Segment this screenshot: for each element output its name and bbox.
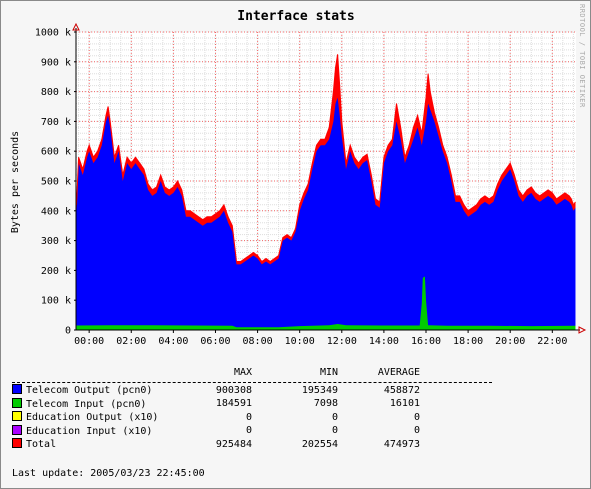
legend-max: 0 [245,411,252,423]
y-tick-label: 400 k [41,206,71,217]
header-average: AVERAGE [377,367,420,379]
x-tick-label: 18:00 [453,336,483,347]
x-tick-label: 16:00 [411,336,441,347]
legend-swatch [12,397,22,408]
chart-svg: Interface stats Bytes per seconds 0 100 k… [10,9,587,347]
legend-average: 0 [413,411,420,423]
y-tick-label: 900 k [41,57,71,68]
legend-min: 202554 [301,438,338,450]
legend-min: 0 [331,425,338,437]
y-tick-label: 300 k [41,236,71,247]
legend-swatch [12,424,22,435]
legend-swatch [12,411,22,422]
legend-label: Education Output (x10) [26,412,159,424]
legend-row: Telecom Input (pcn0) 184591 7098 16101 [12,397,420,411]
legend-min: 0 [331,411,338,423]
legend-row: Total 925484 202554 474973 [12,438,420,452]
chart-title: Interface stats [237,9,354,24]
y-tick-label: 0 [65,326,71,337]
y-tick-label: 600 k [41,147,71,158]
legend-max: 900308 [215,384,252,396]
legend-row: Education Input (x10) 0 0 0 [12,424,420,438]
y-tick-label: 800 k [41,87,71,98]
y-tick-label: 500 k [41,177,71,188]
x-tick-label: 22:00 [537,336,567,347]
y-tick-label: 200 k [41,266,71,277]
legend-label: Total [26,439,57,451]
legend-label: Education Input (x10) [26,425,153,437]
legend-average: 458872 [383,384,420,396]
legend-divider [12,382,492,383]
legend-row: Telecom Output (pcn0) 900308 195349 4588… [12,384,420,398]
last-update: Last update: 2005/03/23 22:45:00 [12,468,205,479]
x-tick-label: 08:00 [243,336,273,347]
legend-row: Education Output (x10) 0 0 0 [12,411,420,425]
legend-header-row: MAX MIN AVERAGE [12,366,420,380]
watermark: RRDTOOL / TOBI OETIKER [578,4,586,108]
legend-swatch [12,384,22,395]
y-tick-label: 700 k [41,117,71,128]
legend-average: 0 [413,425,420,437]
x-tick-label: 14:00 [369,336,399,347]
header-min: MIN [319,367,338,379]
x-tick-label: 10:00 [285,336,315,347]
legend-max: 184591 [215,398,252,410]
x-tick-label: 06:00 [200,336,230,347]
x-tick-label: 04:00 [158,336,188,347]
x-tick-label: 12:00 [327,336,357,347]
legend-label: Telecom Output (pcn0) [26,385,153,397]
x-tick-label: 02:00 [116,336,146,347]
legend-min: 7098 [313,398,338,410]
legend-min: 195349 [301,384,338,396]
legend-label: Telecom Input (pcn0) [26,398,147,410]
legend-average: 16101 [389,398,420,410]
legend-max: 925484 [215,438,252,450]
header-max: MAX [233,367,252,379]
legend-average: 474973 [383,438,420,450]
x-tick-label: 20:00 [495,336,525,347]
y-axis-label: Bytes per seconds [10,131,21,233]
y-tick-label: 100 k [41,296,71,307]
legend-max: 0 [245,425,252,437]
x-tick-label: 00:00 [74,336,104,347]
y-tick-label: 1000 k [35,28,71,39]
legend-swatch [12,438,22,449]
legend-table: MAX MIN AVERAGE Telecom Output (pcn0) 90… [12,366,420,451]
